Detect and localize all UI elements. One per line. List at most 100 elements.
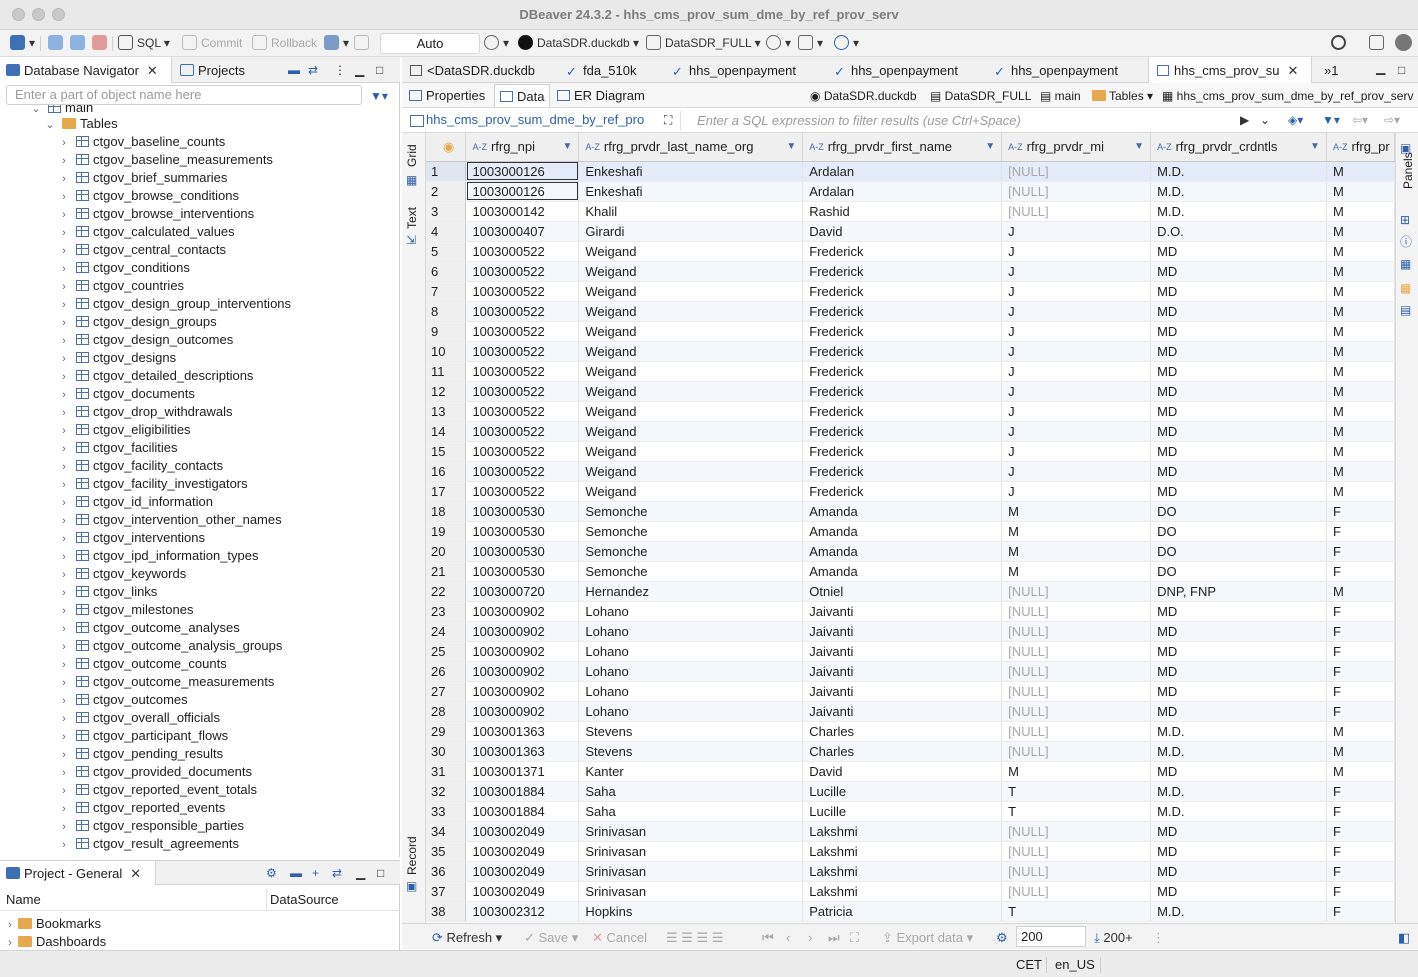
table-cell[interactable]: Ardalan (802, 161, 1003, 182)
column-header[interactable]: A-Z rfrg_prvdr_first_name ▼ (802, 133, 1003, 162)
table-cell[interactable]: Lakshmi (802, 861, 1003, 882)
table-cell[interactable]: M (1326, 321, 1395, 342)
collapse-icon[interactable]: ▬ (290, 864, 302, 883)
table-cell[interactable]: 1003000902 (465, 661, 580, 682)
table-row[interactable]: 18 1003000530 Semonche Amanda M DO F (426, 501, 1395, 522)
table-row[interactable]: 17 1003000522 Weigand Frederick J MD M (426, 481, 1395, 502)
tree-node-table[interactable]: › ctgov_countries (58, 277, 184, 295)
table-cell[interactable]: Lakshmi (802, 841, 1003, 862)
table-cell[interactable]: 1003000126 (465, 161, 580, 182)
table-cell[interactable]: 1003000142 (465, 201, 580, 222)
minimize-editor-icon[interactable]: ▁ (1376, 59, 1385, 78)
tree-node-table[interactable]: › ctgov_design_outcomes (58, 331, 233, 349)
table-cell[interactable]: 1003000522 (465, 461, 580, 482)
row-number[interactable]: 6 (426, 261, 467, 282)
table-cell[interactable]: DO (1150, 541, 1327, 562)
table-row[interactable]: 27 1003000902 Lohano Jaivanti [NULL] MD F (426, 681, 1395, 702)
table-cell[interactable]: Patricia (802, 901, 1003, 922)
table-cell[interactable]: M (1326, 201, 1395, 222)
table-cell[interactable]: Amanda (802, 501, 1003, 522)
table-cell[interactable]: 1003001363 (465, 721, 580, 742)
table-cell[interactable]: David (802, 761, 1003, 782)
table-cell[interactable]: 1003000902 (465, 621, 580, 642)
table-cell[interactable]: 1003002312 (465, 901, 580, 922)
table-cell[interactable]: J (1001, 481, 1152, 502)
chevron-right-icon[interactable]: › (58, 440, 70, 458)
row-number[interactable]: 5 (426, 241, 467, 262)
row-number[interactable]: 26 (426, 661, 467, 682)
table-cell[interactable]: Frederick (802, 461, 1003, 482)
breadcrumb-datasource[interactable]: ◉ DataSDR.duckdb (810, 87, 917, 105)
table-cell[interactable]: Stevens (578, 721, 804, 742)
search-dropdown-icon[interactable]: ▾ (834, 34, 859, 53)
table-cell[interactable]: Semonche (578, 521, 804, 542)
table-cell[interactable]: Jaivanti (802, 601, 1003, 622)
timezone-status[interactable]: CET (1016, 957, 1042, 972)
table-cell[interactable]: MD (1150, 381, 1327, 402)
table-cell[interactable]: M (1326, 581, 1395, 602)
tab-projects[interactable]: Projects (174, 57, 274, 83)
table-cell[interactable]: Jaivanti (802, 681, 1003, 702)
table-cell[interactable]: T (1001, 901, 1152, 922)
table-cell[interactable]: 1003000522 (465, 241, 580, 262)
maximize-panel-icon[interactable]: □ (376, 61, 383, 80)
tree-node-table[interactable]: › ctgov_facility_investigators (58, 475, 247, 493)
tree-node-table[interactable]: › ctgov_central_contacts (58, 241, 226, 259)
tab-grid[interactable]: Grid (405, 144, 419, 167)
row-number[interactable]: 4 (426, 221, 467, 242)
table-cell[interactable]: 1003000522 (465, 481, 580, 502)
table-cell[interactable]: DO (1150, 501, 1327, 522)
table-row[interactable]: 14 1003000522 Weigand Frederick J MD M (426, 421, 1395, 442)
column-header[interactable]: A-Z rfrg_prvdr_crdntls ▼ (1150, 133, 1327, 162)
table-cell[interactable]: M.D. (1150, 901, 1327, 922)
sort-icon[interactable]: ▼ (1310, 141, 1320, 152)
table-cell[interactable]: D.O. (1150, 221, 1327, 242)
chevron-right-icon[interactable]: › (58, 170, 70, 188)
table-row[interactable]: 6 1003000522 Weigand Frederick J MD M (426, 261, 1395, 282)
table-row[interactable]: 23 1003000902 Lohano Jaivanti [NULL] MD F (426, 601, 1395, 622)
table-cell[interactable]: Hopkins (578, 901, 804, 922)
record-icon[interactable]: ▣ (406, 877, 417, 896)
project-item-dashboards[interactable]: › Dashboards (4, 933, 106, 951)
table-cell[interactable]: Semonche (578, 561, 804, 582)
table-cell[interactable]: F (1326, 841, 1395, 862)
table-cell[interactable]: F (1326, 601, 1395, 622)
table-cell[interactable]: Frederick (802, 401, 1003, 422)
column-header[interactable]: A-Z rfrg_pr (1326, 133, 1395, 162)
table-cell[interactable]: 1003002049 (465, 881, 580, 902)
tree-node-table[interactable]: › ctgov_interventions (58, 529, 205, 547)
table-cell[interactable]: F (1326, 901, 1395, 922)
table-cell[interactable]: Jaivanti (802, 661, 1003, 682)
table-row[interactable]: 29 1003001363 Stevens Charles [NULL] M.D. M (426, 721, 1395, 742)
row-number[interactable]: 31 (426, 761, 467, 782)
table-row[interactable]: 28 1003000902 Lohano Jaivanti [NULL] MD F (426, 701, 1395, 722)
export-data-button[interactable]: ⇪ Export data ▾ (882, 929, 973, 947)
table-cell[interactable]: 1003000522 (465, 441, 580, 462)
tree-node-table[interactable]: › ctgov_conditions (58, 259, 190, 277)
breadcrumb-schema[interactable]: ▤ DataSDR_FULL (930, 87, 1031, 105)
table-cell[interactable]: F (1326, 881, 1395, 902)
table-cell[interactable]: J (1001, 421, 1152, 442)
tree-node-tables[interactable]: ⌄ Tables (44, 115, 117, 133)
tree-node-table[interactable]: › ctgov_outcome_analysis_groups (58, 637, 282, 655)
chevron-right-icon[interactable]: › (58, 368, 70, 386)
tree-node-table[interactable]: › ctgov_overall_officials (58, 709, 220, 727)
table-cell[interactable]: M.D. (1150, 161, 1327, 182)
table-row[interactable]: 12 1003000522 Weigand Frederick J MD M (426, 381, 1395, 402)
tree-node-table[interactable]: › ctgov_provided_documents (58, 763, 252, 781)
table-row[interactable]: 3 1003000142 Khalil Rashid [NULL] M.D. M (426, 201, 1395, 222)
transaction-mode-select[interactable]: Auto (380, 33, 480, 54)
tree-node-table[interactable]: › ctgov_responsible_parties (58, 817, 244, 835)
table-cell[interactable]: 1003000522 (465, 401, 580, 422)
tab-hhs-openpayment-2[interactable]: ✓ hhs_openpayment (834, 57, 958, 83)
collapse-all-icon[interactable]: ▬ (288, 61, 300, 80)
table-cell[interactable]: 1003000522 (465, 261, 580, 282)
table-cell[interactable]: Enkeshafi (578, 161, 804, 182)
table-row[interactable]: 4 1003000407 Girardi David J D.O. M (426, 221, 1395, 242)
table-cell[interactable]: T (1001, 801, 1152, 822)
column-header[interactable]: A-Z rfrg_prvdr_last_name_org ▼ (578, 133, 804, 162)
table-cell[interactable]: MD (1150, 261, 1327, 282)
table-cell[interactable]: MD (1150, 821, 1327, 842)
row-number[interactable]: 17 (426, 481, 467, 502)
table-cell[interactable]: Lohano (578, 621, 804, 642)
